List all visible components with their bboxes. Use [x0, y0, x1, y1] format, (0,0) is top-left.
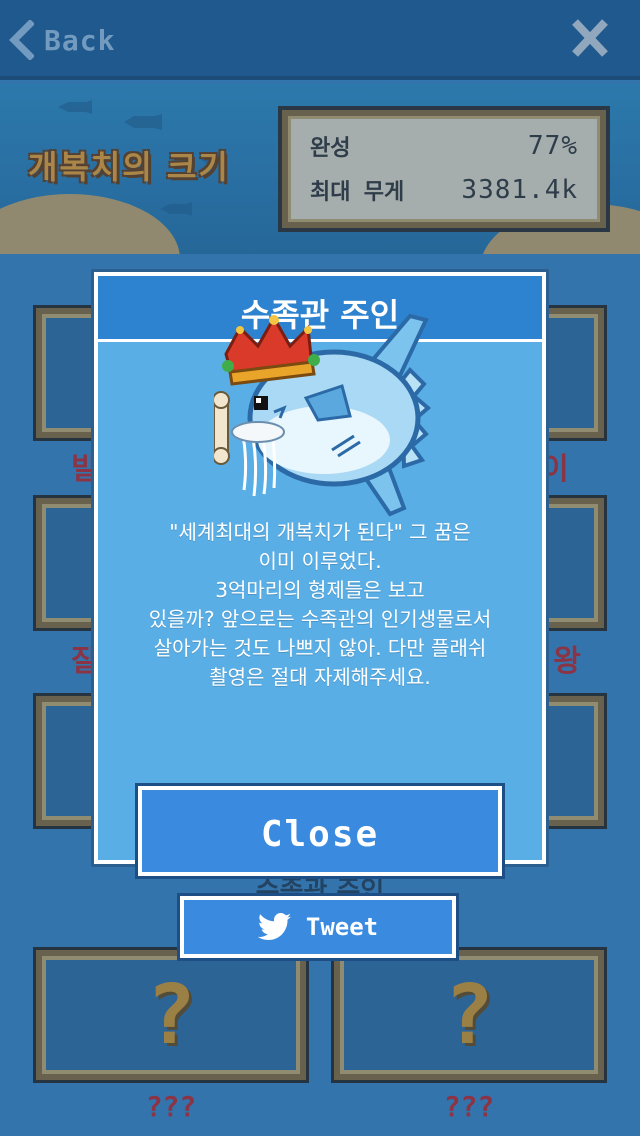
tweet-button[interactable]: Tweet: [180, 896, 456, 958]
close-button-label: Close: [260, 814, 380, 855]
close-button[interactable]: Close: [138, 786, 502, 876]
achievement-modal: 수족관 주인 "세계최대의 개복치가 된다" 그 꿈은 이미 이루었다. 3억마…: [94, 272, 546, 876]
twitter-bird-icon: [257, 913, 291, 940]
crowned-sunfish-icon: [214, 313, 432, 517]
modal-description: "세계최대의 개복치가 된다" 그 꿈은 이미 이루었다. 3억마리의 형제들은…: [148, 520, 492, 689]
tweet-label: Tweet: [305, 913, 379, 941]
